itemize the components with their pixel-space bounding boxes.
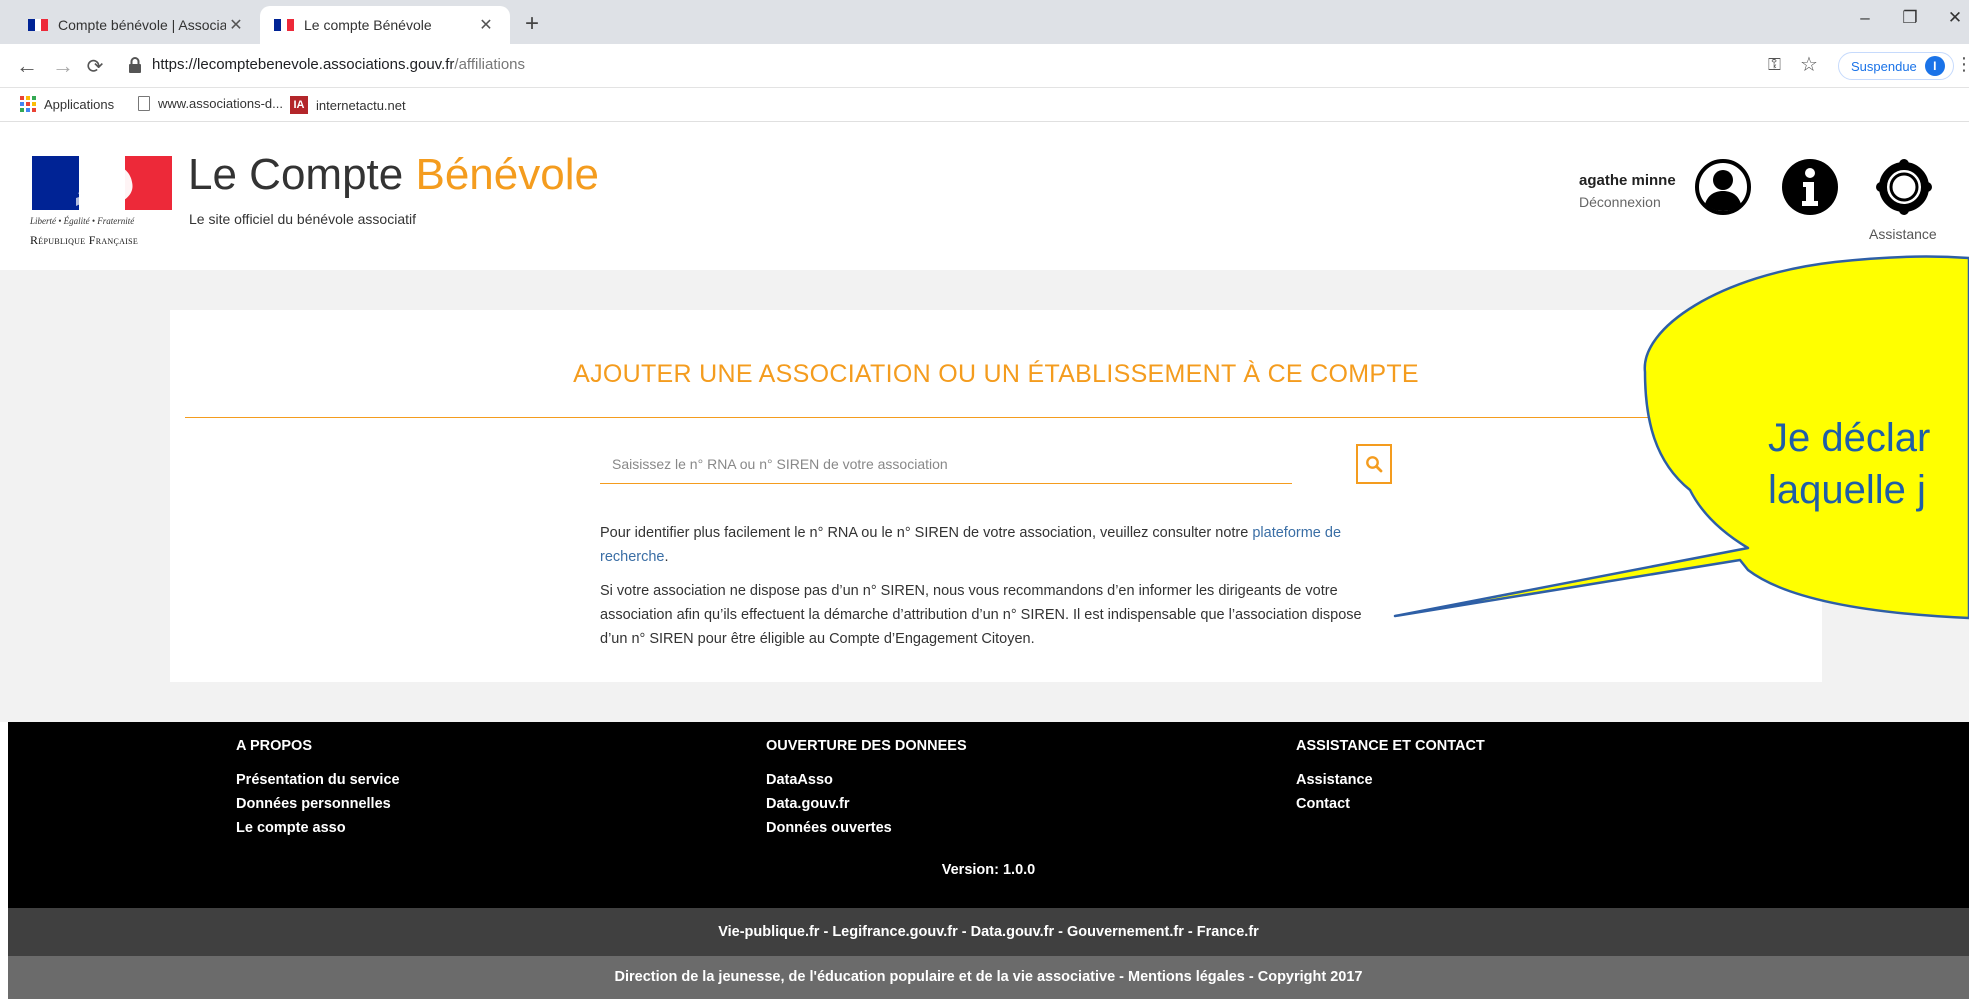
footer: A PROPOS Présentation du service Données… — [8, 722, 1969, 908]
rna-siren-search-input[interactable] — [600, 444, 1292, 484]
footer-heading: ASSISTANCE ET CONTACT — [1296, 738, 1485, 754]
browser-tab-compte-benevole-associations[interactable]: Compte bénévole | Associations. ✕ — [14, 6, 260, 44]
tab-title: Le compte Bénévole — [304, 17, 432, 33]
bookmark-star-icon[interactable]: ☆ — [1800, 52, 1818, 77]
site-title-accent: Bénévole — [415, 150, 599, 199]
bookmark-label: internetactu.net — [316, 97, 406, 113]
tab-favicon-flag-icon — [274, 19, 295, 31]
partner-links-bar[interactable]: Vie-publique.fr - Legifrance.gouv.fr - D… — [8, 908, 1969, 956]
footer-link-presentation[interactable]: Présentation du service — [236, 768, 400, 792]
footer-link-dataasso[interactable]: DataAsso — [766, 768, 967, 792]
footer-link-personal-data[interactable]: Données personnelles — [236, 792, 400, 816]
site-subtitle: Le site officiel du bénévole associatif — [189, 211, 416, 227]
version-label: Version: 1.0.0 — [941, 862, 1036, 878]
profile-status-label: Suspendue — [1851, 58, 1917, 74]
marianne-profile-icon — [76, 163, 133, 208]
info-text: Pour identifier plus facilement le n° RN… — [600, 525, 1253, 541]
close-tab-icon[interactable]: ✕ — [476, 15, 496, 35]
page-icon — [138, 96, 150, 111]
site-title[interactable]: Le Compte Bénévole — [188, 150, 599, 200]
browser-tab-bar: Compte bénévole | Associations. ✕ Le com… — [0, 0, 1969, 44]
republique-francaise-label: République Française — [30, 233, 139, 247]
internetactu-favicon-icon: IA — [290, 96, 308, 114]
minimize-window-icon[interactable]: – — [1848, 8, 1882, 28]
footer-heading: A PROPOS — [236, 738, 313, 754]
site-title-prefix: Le Compte — [188, 150, 416, 199]
republic-motto: Liberté • Égalité • Fraternité — [30, 216, 135, 226]
apps-grid-icon — [20, 96, 36, 112]
tab-favicon-flag-icon — [28, 19, 49, 31]
info-paragraph-siren: Si votre association ne dispose pas d’un… — [600, 583, 1362, 647]
browser-toolbar: ← → ⟳ https://lecomptebenevole.associati… — [0, 44, 1969, 88]
new-tab-plus-icon[interactable]: + — [520, 10, 544, 38]
footer-link-contact[interactable]: Contact — [1296, 792, 1485, 816]
user-account-icon[interactable] — [1694, 158, 1752, 216]
bookmark-label: www.associations-d... — [158, 96, 283, 111]
footer-column-open-data: OUVERTURE DES DONNEES DataAsso Data.gouv… — [766, 738, 967, 840]
forward-arrow-icon[interactable]: → — [50, 53, 76, 79]
bookmarks-bar: Applications www.associations-d... IA in… — [0, 88, 1969, 122]
bookmark-label: Applications — [44, 96, 115, 112]
info-text-end: . — [664, 549, 669, 565]
info-icon[interactable] — [1781, 158, 1839, 216]
tab-title: Compte bénévole | Associations. — [58, 17, 226, 33]
title-divider — [185, 417, 1807, 418]
profile-button[interactable]: Suspendue I — [1838, 52, 1954, 80]
page-title: AJOUTER UNE ASSOCIATION OU UN ÉTABLISSEM… — [573, 360, 1419, 388]
footer-link-data-gouv[interactable]: Data.gouv.fr — [766, 792, 967, 816]
lock-icon — [129, 57, 141, 73]
info-paragraph-rna: Pour identifier plus facilement le n° RN… — [600, 521, 1370, 569]
assistance-label[interactable]: Assistance — [1869, 226, 1937, 242]
logout-link[interactable]: Déconnexion — [1579, 194, 1661, 210]
address-bar[interactable]: https://lecomptebenevole.associations.go… — [152, 56, 525, 73]
restore-window-icon[interactable]: ❐ — [1893, 8, 1927, 28]
republique-francaise-logo[interactable]: Liberté • Égalité • Fraternité Républiqu… — [30, 156, 178, 247]
close-window-icon[interactable]: ✕ — [1938, 8, 1969, 28]
callout-text: Je déclar laquelle j — [1768, 412, 1930, 516]
url-path: /affiliations — [454, 56, 526, 73]
url-host: https://lecomptebenevole.associations.go… — [152, 56, 455, 73]
search-icon — [1366, 456, 1383, 473]
callout-line-1: Je déclar — [1768, 416, 1931, 460]
add-association-card: AJOUTER UNE ASSOCIATION OU UN ÉTABLISSEM… — [170, 310, 1822, 682]
browser-menu-icon[interactable]: ⋮ — [1955, 54, 1969, 75]
footer-link-compte-asso[interactable]: Le compte asso — [236, 816, 400, 840]
footer-column-about: A PROPOS Présentation du service Données… — [236, 738, 400, 840]
user-name: agathe minne — [1579, 172, 1676, 189]
legal-bar[interactable]: Direction de la jeunesse, de l'éducation… — [8, 956, 1969, 999]
reload-icon[interactable]: ⟳ — [82, 54, 108, 79]
browser-tab-le-compte-benevole[interactable]: Le compte Bénévole ✕ — [260, 6, 510, 44]
site-header: Liberté • Égalité • Fraternité Républiqu… — [0, 122, 1969, 270]
close-tab-icon[interactable]: ✕ — [226, 15, 246, 35]
footer-link-assistance[interactable]: Assistance — [1296, 768, 1485, 792]
search-button[interactable] — [1356, 444, 1392, 484]
back-arrow-icon[interactable]: ← — [14, 53, 40, 79]
footer-heading: OUVERTURE DES DONNEES — [766, 738, 967, 754]
assistance-lifebuoy-icon[interactable] — [1875, 158, 1933, 216]
footer-link-open-data[interactable]: Données ouvertes — [766, 816, 967, 840]
bookmark-internetactu[interactable]: IA internetactu.net — [290, 96, 406, 114]
profile-avatar-icon: I — [1924, 56, 1945, 76]
bookmark-applications[interactable]: Applications — [20, 96, 114, 112]
bookmark-associations[interactable]: www.associations-d... — [138, 96, 283, 111]
footer-column-assistance: ASSISTANCE ET CONTACT Assistance Contact — [1296, 738, 1485, 816]
key-icon[interactable]: ⚿ — [1768, 55, 1781, 75]
callout-line-2: laquelle j — [1768, 468, 1926, 512]
